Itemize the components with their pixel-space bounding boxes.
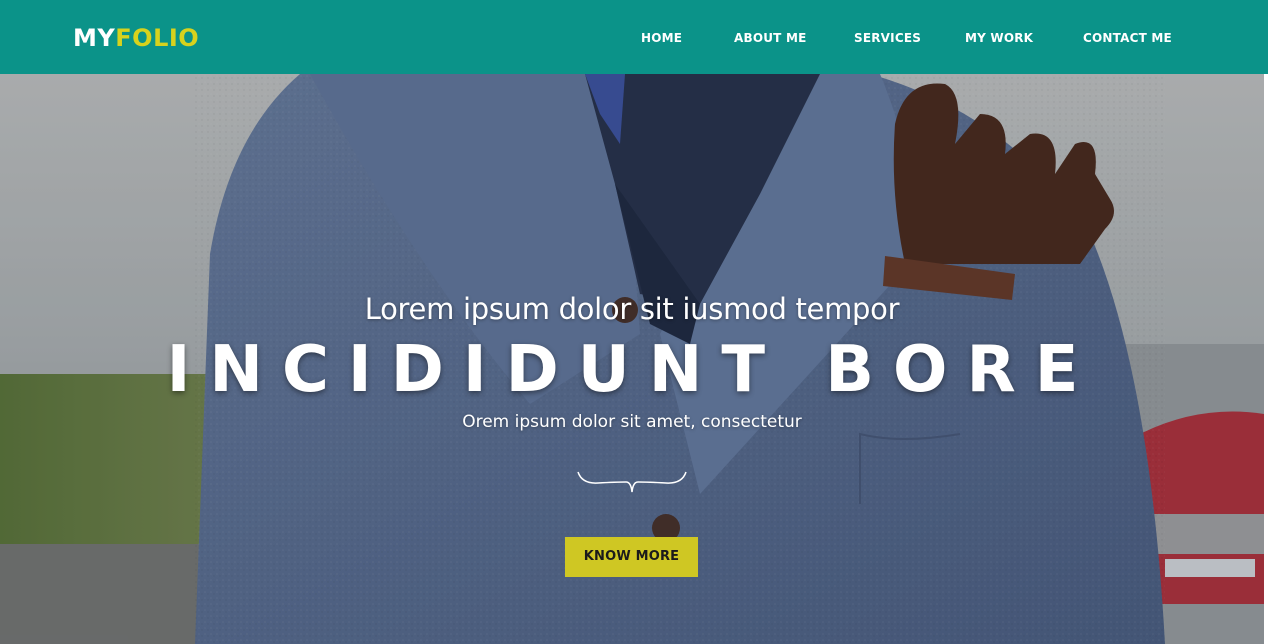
hero-tagline: Orem ipsum dolor sit amet, consectetur bbox=[462, 412, 802, 432]
hero-subtitle: Lorem ipsum dolor sit iusmod tempor bbox=[364, 292, 900, 326]
nav-my-work[interactable]: MY WORK bbox=[965, 30, 1033, 46]
main-nav: HOME ABOUT ME SERVICES MY WORK CONTACT M… bbox=[0, 0, 1268, 74]
nav-about-me[interactable]: ABOUT ME bbox=[734, 30, 806, 46]
nav-home[interactable]: HOME bbox=[641, 30, 682, 46]
hero-title: INCIDIDUNT BORE bbox=[166, 333, 1098, 407]
site-header: MYFOLIO HOME ABOUT ME SERVICES MY WORK C… bbox=[0, 0, 1268, 74]
hero-section: Lorem ipsum dolor sit iusmod tempor INCI… bbox=[0, 74, 1264, 644]
know-more-button[interactable]: KNOW MORE bbox=[565, 537, 698, 577]
page-edge bbox=[1264, 74, 1268, 644]
nav-services[interactable]: SERVICES bbox=[854, 30, 921, 46]
nav-contact-me[interactable]: CONTACT ME bbox=[1083, 30, 1172, 46]
ornament-divider-icon bbox=[577, 471, 687, 493]
